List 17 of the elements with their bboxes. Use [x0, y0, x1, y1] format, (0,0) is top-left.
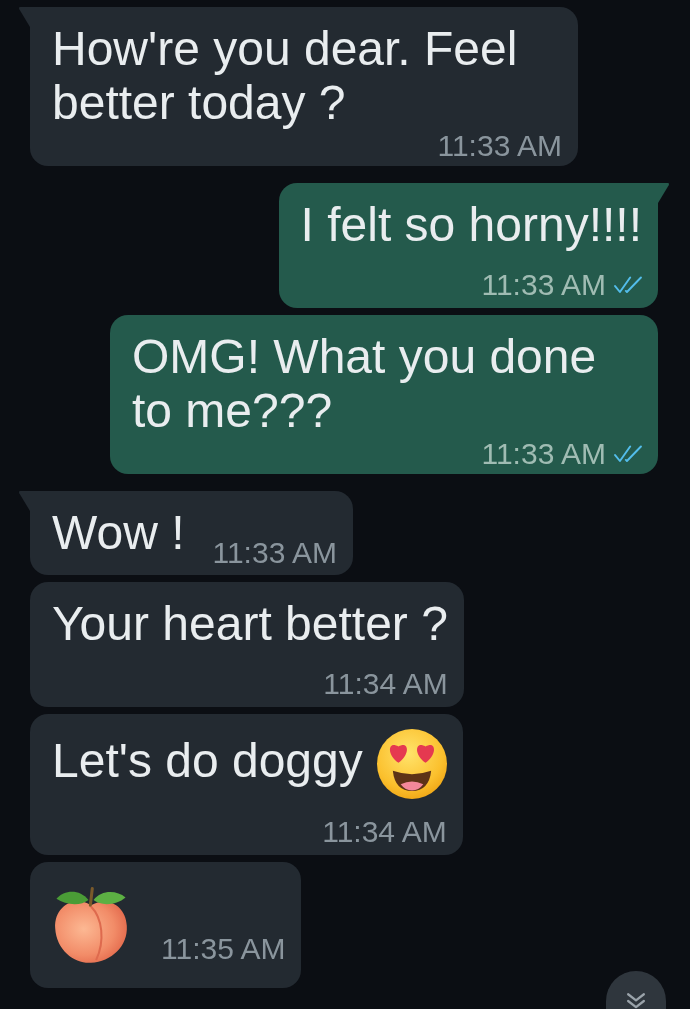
scroll-down-button[interactable] [606, 971, 666, 1009]
message-text: OMG! What you done to me??? [132, 330, 597, 437]
message-time: 11:35 AM [161, 934, 286, 964]
message-time: 11:33 AM [437, 131, 562, 161]
message-text: Your heart better ? [52, 597, 448, 650]
message-time: 11:34 AM [322, 817, 447, 847]
message-text: Let's do doggy [52, 733, 363, 787]
message-text: I felt so horny!!!! [300, 198, 642, 251]
message-time: 11:33 AM [481, 439, 606, 469]
message-time: 11:33 AM [481, 270, 606, 300]
message-time: 11:33 AM [212, 538, 337, 568]
message-text: How're you dear. Feel better today ? [52, 22, 518, 129]
peach-icon [53, 886, 129, 964]
double-chevron-down-icon [627, 993, 645, 1009]
message-text: Wow ! [52, 506, 185, 559]
heart-eyes-face-icon [376, 729, 447, 799]
message-time: 11:34 AM [323, 669, 448, 699]
